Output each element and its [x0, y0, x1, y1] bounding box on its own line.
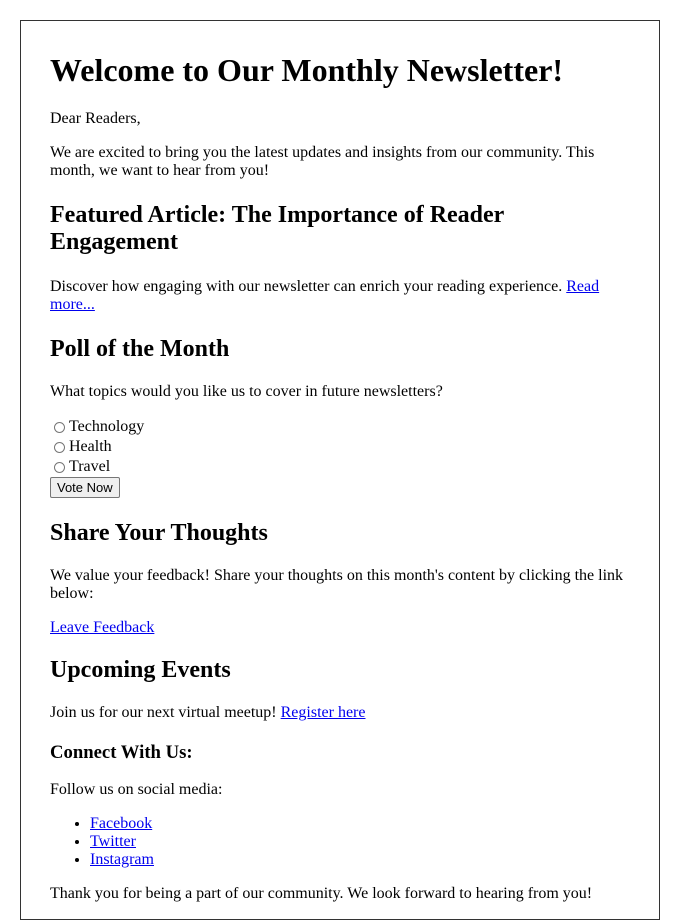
feedback-heading: Share Your Thoughts	[50, 520, 268, 546]
feedback-paragraph: Leave Feedback	[50, 619, 630, 637]
events-heading: Upcoming Events	[50, 657, 231, 683]
newsletter-title: Welcome to Our Monthly Newsletter!	[50, 52, 564, 88]
featured-text: Discover how engaging with our newslette…	[50, 278, 567, 295]
radio-button[interactable]	[54, 461, 65, 473]
events-text: Join us for our next virtual meetup!	[50, 704, 281, 721]
poll-option-travel[interactable]: Travel	[54, 457, 630, 477]
radio-button[interactable]	[54, 441, 65, 453]
greeting: Dear Readers,	[50, 110, 141, 127]
twitter-link[interactable]: Twitter	[90, 833, 136, 850]
option-label: Travel	[69, 458, 111, 475]
connect-heading: Connect With Us:	[50, 742, 193, 763]
social-item: Facebook	[90, 815, 630, 833]
events-paragraph: Join us for our next virtual meetup! Reg…	[50, 704, 630, 722]
register-link[interactable]: Register here	[281, 704, 366, 721]
newsletter-container: Welcome to Our Monthly Newsletter! Dear …	[20, 20, 660, 920]
featured-heading: Featured Article: The Importance of Read…	[50, 202, 504, 255]
option-label: Technology	[69, 418, 145, 435]
poll-heading: Poll of the Month	[50, 336, 230, 362]
instagram-link[interactable]: Instagram	[90, 851, 154, 868]
social-item: Instagram	[90, 851, 630, 869]
facebook-link[interactable]: Facebook	[90, 815, 152, 832]
intro-paragraph: We are excited to bring you the latest u…	[50, 144, 595, 179]
feedback-text: We value your feedback! Share your thoug…	[50, 567, 624, 602]
poll-option-technology[interactable]: Technology	[54, 417, 630, 437]
connect-text: Follow us on social media:	[50, 781, 223, 798]
poll-question: What topics would you like us to cover i…	[50, 383, 443, 400]
vote-now-button[interactable]: Vote Now	[50, 477, 120, 498]
option-label: Health	[69, 438, 112, 455]
featured-paragraph: Discover how engaging with our newslette…	[50, 278, 630, 314]
poll-option-health[interactable]: Health	[54, 437, 630, 457]
radio-button[interactable]	[54, 421, 65, 433]
poll-form: Technology Health Travel Vote Now	[50, 417, 630, 498]
social-item: Twitter	[90, 833, 630, 851]
closing-text: Thank you for being a part of our commun…	[50, 885, 593, 902]
social-links-list: Facebook Twitter Instagram	[50, 815, 630, 869]
leave-feedback-link[interactable]: Leave Feedback	[50, 619, 154, 636]
